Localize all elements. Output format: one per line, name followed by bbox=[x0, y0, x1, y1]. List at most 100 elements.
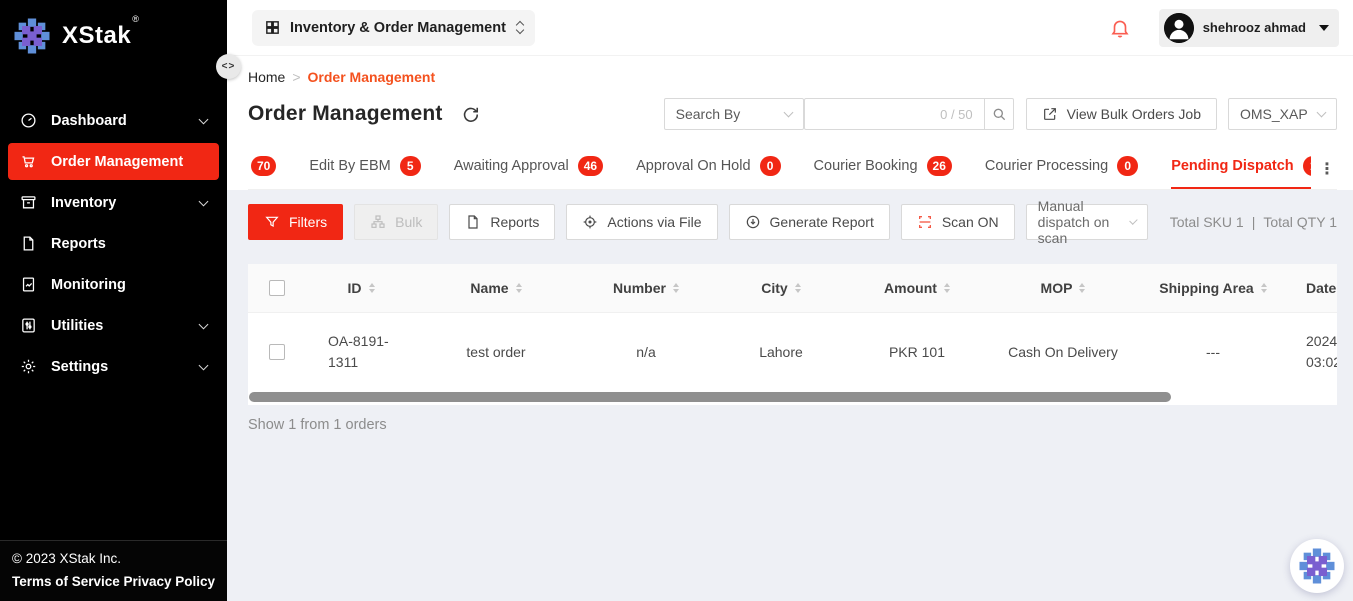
chevron-down-icon bbox=[783, 108, 793, 118]
tab-edit-by-ebm[interactable]: Edit By EBM5 bbox=[309, 147, 420, 189]
sort-icon bbox=[369, 283, 375, 293]
sort-icon bbox=[1079, 283, 1085, 293]
filters-button[interactable]: Filters bbox=[248, 204, 343, 240]
sidebar-collapse-button[interactable]: <> bbox=[216, 54, 241, 79]
breadcrumb-current[interactable]: Order Management bbox=[308, 69, 436, 85]
download-circle-icon bbox=[745, 214, 761, 230]
column-header-name[interactable]: Name bbox=[416, 280, 576, 296]
search-by-select[interactable]: Search By bbox=[664, 98, 804, 130]
sidebar-item-reports[interactable]: Reports bbox=[8, 225, 219, 262]
notification-bell-icon[interactable] bbox=[1109, 17, 1131, 39]
tab-approval-on-hold[interactable]: Approval On Hold0 bbox=[636, 147, 780, 189]
scan-icon bbox=[917, 214, 933, 230]
target-icon bbox=[582, 214, 598, 230]
privacy-policy-link[interactable]: Privacy Policy bbox=[123, 574, 215, 589]
column-header-date[interactable]: Date bbox=[1288, 280, 1337, 296]
count-badge: 0 bbox=[1117, 156, 1138, 176]
monitoring-icon bbox=[20, 276, 37, 293]
search-input[interactable] bbox=[816, 106, 934, 122]
sort-icon bbox=[1261, 283, 1267, 293]
toolbar: Filters Bulk Reports Actions via File Ge… bbox=[248, 204, 1337, 240]
generate-report-button[interactable]: Generate Report bbox=[729, 204, 890, 240]
bulk-button[interactable]: Bulk bbox=[354, 204, 438, 240]
column-header-number[interactable]: Number bbox=[576, 280, 716, 296]
totals-summary: Total SKU 1|Total QTY 1 bbox=[1170, 214, 1337, 230]
cell-name: test order bbox=[416, 344, 576, 360]
chevron-down-icon bbox=[1317, 108, 1327, 118]
cell-date: 2024-003:02 bbox=[1288, 331, 1337, 373]
xstak-logo-icon bbox=[12, 16, 52, 56]
char-counter: 0 / 50 bbox=[940, 107, 973, 122]
sidebar-item-settings[interactable]: Settings bbox=[8, 348, 219, 385]
utilities-sliders-icon bbox=[20, 317, 37, 334]
search-icon bbox=[991, 106, 1007, 122]
app-switcher-label: Inventory & Order Management bbox=[290, 20, 506, 36]
reports-button[interactable]: Reports bbox=[449, 204, 555, 240]
cell-city: Lahore bbox=[716, 344, 846, 360]
cell-number: n/a bbox=[576, 344, 716, 360]
sidebar-footer: © 2023 XStak Inc. Terms of Service Priva… bbox=[0, 540, 227, 601]
select-all-checkbox[interactable] bbox=[269, 280, 285, 296]
scan-on-button[interactable]: Scan ON bbox=[901, 204, 1015, 240]
sidebar-item-dashboard[interactable]: Dashboard bbox=[8, 102, 219, 139]
reports-file-icon bbox=[20, 235, 37, 252]
topbar: Inventory & Order Management shehrooz ah… bbox=[227, 0, 1353, 56]
view-bulk-orders-job-button[interactable]: View Bulk Orders Job bbox=[1026, 98, 1217, 130]
tab-pending-dispatch[interactable]: Pending Dispatch1 bbox=[1171, 147, 1311, 189]
sidebar-item-utilities[interactable]: Utilities bbox=[8, 307, 219, 344]
tab-courier-processing[interactable]: Courier Processing0 bbox=[985, 147, 1138, 189]
copyright-text: © 2023 XStak Inc. bbox=[12, 551, 215, 566]
column-header-amount[interactable]: Amount bbox=[846, 280, 988, 296]
export-icon bbox=[1042, 106, 1058, 122]
chevron-down-icon bbox=[199, 114, 209, 124]
caret-down-icon bbox=[1319, 25, 1329, 31]
terms-of-service-link[interactable]: Terms of Service bbox=[12, 574, 120, 589]
cart-icon bbox=[20, 153, 37, 170]
app-switcher-dropdown[interactable]: Inventory & Order Management bbox=[252, 10, 535, 46]
count-badge: 26 bbox=[927, 156, 952, 176]
sidebar-item-inventory[interactable]: Inventory bbox=[8, 184, 219, 221]
main-area: Inventory & Order Management shehrooz ah… bbox=[227, 0, 1353, 601]
column-header-city[interactable]: City bbox=[716, 280, 846, 296]
column-header-shipping-area[interactable]: Shipping Area bbox=[1138, 280, 1288, 296]
cell-mop: Cash On Delivery bbox=[988, 344, 1138, 360]
total-qty: Total QTY 1 bbox=[1263, 214, 1337, 230]
floating-xstak-button[interactable] bbox=[1290, 539, 1344, 593]
breadcrumb-separator: > bbox=[292, 69, 300, 85]
dispatch-mode-select[interactable]: Manual dispatch on scan bbox=[1026, 204, 1148, 240]
tab-signing[interactable]: signing70 bbox=[248, 147, 276, 189]
breadcrumb-home[interactable]: Home bbox=[248, 69, 285, 85]
grid-icon bbox=[264, 19, 281, 36]
dashboard-icon bbox=[20, 112, 37, 129]
sitemap-icon bbox=[370, 214, 386, 230]
updown-caret-icon bbox=[517, 22, 523, 33]
chevron-down-icon bbox=[199, 319, 209, 329]
logo-registered-mark: ® bbox=[132, 14, 139, 24]
status-tabs: signing70 Edit By EBM5 Awaiting Approval… bbox=[248, 147, 1311, 189]
row-checkbox[interactable] bbox=[269, 344, 285, 360]
chevron-down-icon bbox=[199, 196, 209, 206]
more-tabs-button[interactable]: ⋮ bbox=[1311, 159, 1337, 189]
sidebar-item-monitoring[interactable]: Monitoring bbox=[8, 266, 219, 303]
chevron-down-icon bbox=[199, 360, 209, 370]
actions-via-file-button[interactable]: Actions via File bbox=[566, 204, 717, 240]
sidebar-item-order-management[interactable]: Order Management bbox=[8, 143, 219, 180]
horizontal-scrollbar bbox=[248, 391, 1337, 405]
column-header-id[interactable]: ID bbox=[306, 280, 416, 296]
oms-profile-select[interactable]: OMS_XAP bbox=[1228, 98, 1337, 130]
search-button[interactable] bbox=[984, 98, 1014, 130]
results-count-text: Show 1 from 1 orders bbox=[248, 417, 1337, 433]
column-header-mop[interactable]: MOP bbox=[988, 280, 1138, 296]
page-title: Order Management bbox=[248, 102, 443, 126]
count-badge: 70 bbox=[251, 156, 276, 176]
tab-awaiting-approval[interactable]: Awaiting Approval46 bbox=[454, 147, 603, 189]
scrollbar-thumb[interactable] bbox=[249, 392, 1171, 402]
sidebar-item-label: Reports bbox=[51, 236, 106, 252]
refresh-icon[interactable] bbox=[461, 105, 480, 124]
cell-order-id: OA-8191-1311 bbox=[328, 331, 394, 373]
sort-icon bbox=[516, 283, 522, 293]
sidebar-item-label: Settings bbox=[51, 359, 108, 375]
tab-courier-booking[interactable]: Courier Booking26 bbox=[814, 147, 952, 189]
table-row[interactable]: OA-8191-1311 test order n/a Lahore PKR 1… bbox=[248, 313, 1337, 391]
user-menu[interactable]: shehrooz ahmad bbox=[1159, 9, 1339, 47]
